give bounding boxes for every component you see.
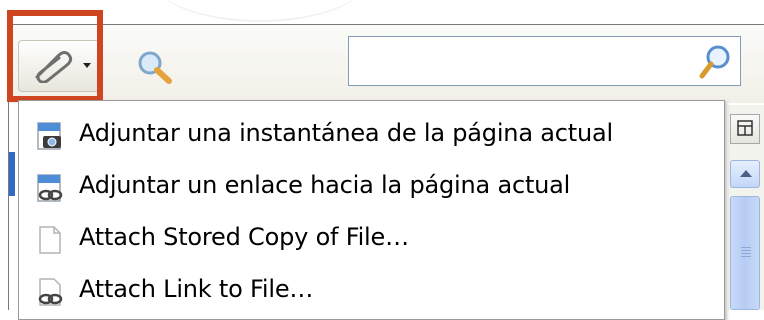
search-icon[interactable] [698, 44, 732, 84]
attach-button[interactable] [18, 40, 100, 92]
menu-item-label: Adjuntar una instantánea de la página ac… [79, 119, 613, 147]
scroll-up-button[interactable] [730, 160, 760, 188]
toolbar-border [8, 24, 764, 25]
menu-item-attach-stored-file[interactable]: Attach Stored Copy of File… [19, 211, 724, 263]
scroll-up-icon [740, 170, 752, 177]
menu-item-attach-file-link[interactable]: Attach Link to File… [19, 263, 724, 315]
scrollbar-thumb[interactable] [730, 196, 760, 310]
search-toggle-button[interactable] [137, 50, 173, 86]
file-link-icon [35, 277, 65, 307]
attach-menu: Adjuntar una instantánea de la página ac… [18, 100, 725, 320]
menu-item-attach-snapshot[interactable]: Adjuntar una instantánea de la página ac… [19, 107, 724, 159]
decorative-arc [150, 0, 370, 22]
grip-icon [741, 247, 751, 259]
menu-item-label: Attach Link to File… [79, 275, 314, 303]
menu-item-label: Attach Stored Copy of File… [79, 223, 409, 251]
selected-row-marker [9, 152, 15, 196]
column-picker-icon[interactable] [730, 114, 760, 144]
menu-item-label: Adjuntar un enlace hacia la página actua… [79, 171, 571, 199]
menu-item-attach-link[interactable]: Adjuntar un enlace hacia la página actua… [19, 159, 724, 211]
blank-file-icon [35, 225, 65, 255]
page-snapshot-icon [35, 121, 65, 151]
chevron-down-icon [83, 63, 91, 68]
search-input[interactable] [353, 41, 687, 83]
magnifier-icon [137, 51, 173, 90]
page-link-icon [35, 173, 65, 203]
search-field[interactable] [348, 36, 741, 86]
paperclip-icon [29, 49, 73, 87]
